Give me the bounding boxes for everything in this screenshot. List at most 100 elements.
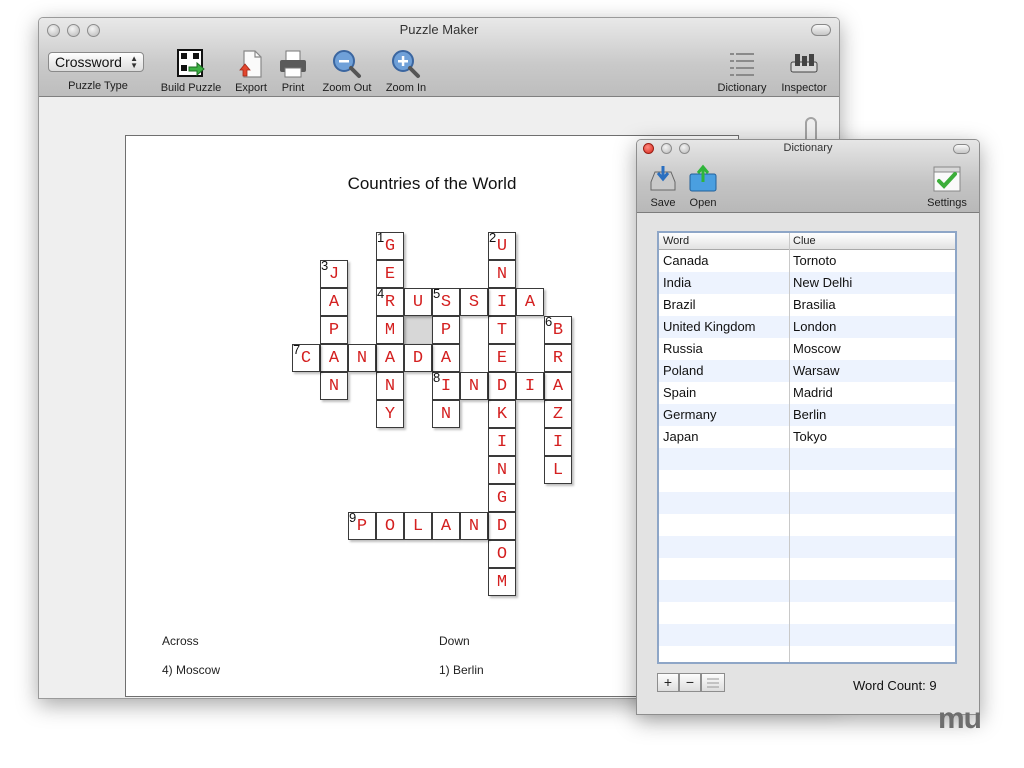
build-puzzle-button[interactable]: Build Puzzle [156, 48, 226, 94]
table-row[interactable]: Germany Berlin [659, 404, 955, 426]
popup-arrows-icon: ▲ ▼ [130, 54, 138, 70]
crossword-cell: G [488, 484, 516, 512]
crossword-cell: M [376, 316, 404, 344]
clue-cell: Brasilia [793, 297, 836, 312]
print-button[interactable]: Print [275, 48, 311, 94]
zoom-out-label: Zoom Out [322, 82, 372, 94]
dictionary-icon [730, 53, 754, 76]
table-row[interactable]: Spain Madrid [659, 382, 955, 404]
clue-number: 5 [433, 286, 441, 301]
table-row[interactable] [659, 580, 955, 602]
crossword-cell: N [348, 344, 376, 372]
add-word-button[interactable]: + [657, 673, 679, 692]
dictionary-button[interactable]: Dictionary [711, 48, 773, 94]
word-cell: Japan [663, 429, 699, 444]
clue-cell: Warsaw [793, 363, 840, 378]
word-clue-table[interactable]: Word Clue Canada Tornoto India New Delhi Bra… [657, 231, 957, 664]
zoom-in-button[interactable]: Zoom In [379, 48, 433, 94]
crossword-cell: Y [376, 400, 404, 428]
dictionary-title: Dictionary [783, 142, 833, 154]
table-row[interactable] [659, 514, 955, 536]
print-label: Print [281, 82, 305, 94]
crossword-cell: A [544, 372, 572, 400]
table-row[interactable] [659, 646, 955, 662]
table-row[interactable] [659, 624, 955, 646]
table-row[interactable]: Russia Moscow [659, 338, 955, 360]
crossword-cell: Z [544, 400, 572, 428]
clue-column-header[interactable]: Clue [793, 235, 816, 247]
word-cell: Canada [663, 253, 709, 268]
crossword-cell: L [404, 512, 432, 540]
clue-number: 2 [489, 230, 497, 245]
settings-button[interactable]: Settings [923, 164, 971, 209]
table-row[interactable] [659, 558, 955, 580]
puzzle-type-select[interactable]: Crossword ▲ ▼ [48, 52, 144, 72]
crossword-cell: D [404, 344, 432, 372]
table-row[interactable]: Japan Tokyo [659, 426, 955, 448]
toolbar-toggle-button[interactable] [811, 24, 831, 36]
table-row[interactable] [659, 470, 955, 492]
export-button[interactable]: Export [229, 48, 273, 94]
save-button[interactable]: Save [645, 164, 681, 209]
table-row[interactable]: Canada Tornoto [659, 250, 955, 272]
table-row[interactable]: United Kingdom London [659, 316, 955, 338]
table-row[interactable] [659, 492, 955, 514]
crossword-cell: N [432, 400, 460, 428]
clue-number: 4 [377, 286, 385, 301]
clue-number: 3 [321, 258, 329, 273]
table-row[interactable] [659, 536, 955, 558]
table-row[interactable]: Poland Warsaw [659, 360, 955, 382]
crossword-cell: A [320, 288, 348, 316]
open-button[interactable]: Open [685, 164, 721, 209]
puzzle-type-value: Crossword [55, 54, 122, 70]
word-cell: Germany [663, 407, 717, 422]
crossword-cell: A [432, 344, 460, 372]
settings-icon [933, 166, 961, 192]
inspector-label: Inspector [781, 82, 827, 94]
word-column-header[interactable]: Word [663, 235, 689, 247]
crossword-cell: A [432, 512, 460, 540]
build-puzzle-icon [177, 49, 205, 77]
crossword-cell: A [516, 288, 544, 316]
print-icon [280, 50, 306, 78]
word-cell: United Kingdom [663, 319, 756, 334]
panel-toolbar-toggle[interactable] [953, 144, 970, 154]
list-options-button[interactable] [701, 673, 725, 692]
word-cell: Poland [663, 363, 704, 378]
clue-number: 9 [349, 510, 357, 525]
across-heading: Across [162, 634, 199, 648]
down-clue: 1) Berlin [439, 663, 484, 677]
remove-word-button[interactable]: − [679, 673, 701, 692]
table-row[interactable]: India New Delhi [659, 272, 955, 294]
crossword-cell: N [488, 456, 516, 484]
zoom-out-button[interactable]: Zoom Out [317, 48, 377, 94]
inspector-icon [790, 54, 818, 73]
crossword-cell: P [432, 316, 460, 344]
crossword-cell: A [320, 344, 348, 372]
puzzle-type-label: Puzzle Type [68, 80, 128, 92]
crossword-cell: I [544, 428, 572, 456]
export-icon [239, 50, 262, 78]
crossword-cell: P [320, 316, 348, 344]
list-icon [707, 678, 719, 688]
clue-cell: New Delhi [793, 275, 853, 290]
word-cell: Spain [663, 385, 697, 400]
table-row[interactable]: Brazil Brasilia [659, 294, 955, 316]
word-cell: Brazil [663, 297, 696, 312]
open-icon [689, 164, 717, 192]
dictionary-panel: Dictionary Save Open Settings Word Clue … [636, 139, 980, 715]
zoom-out-icon [333, 50, 361, 78]
crossword-cell: M [488, 568, 516, 596]
crossword-cell: L [544, 456, 572, 484]
settings-label: Settings [927, 197, 967, 209]
table-row[interactable] [659, 602, 955, 624]
inspector-button[interactable]: Inspector [777, 48, 831, 94]
word-cell: India [663, 275, 692, 290]
clue-number: 1 [377, 230, 385, 245]
clue-cell: Madrid [793, 385, 833, 400]
column-divider [789, 233, 790, 662]
crossword-cell: D [488, 372, 516, 400]
crossword-cell: E [376, 260, 404, 288]
open-label: Open [689, 197, 717, 209]
table-row[interactable] [659, 448, 955, 470]
